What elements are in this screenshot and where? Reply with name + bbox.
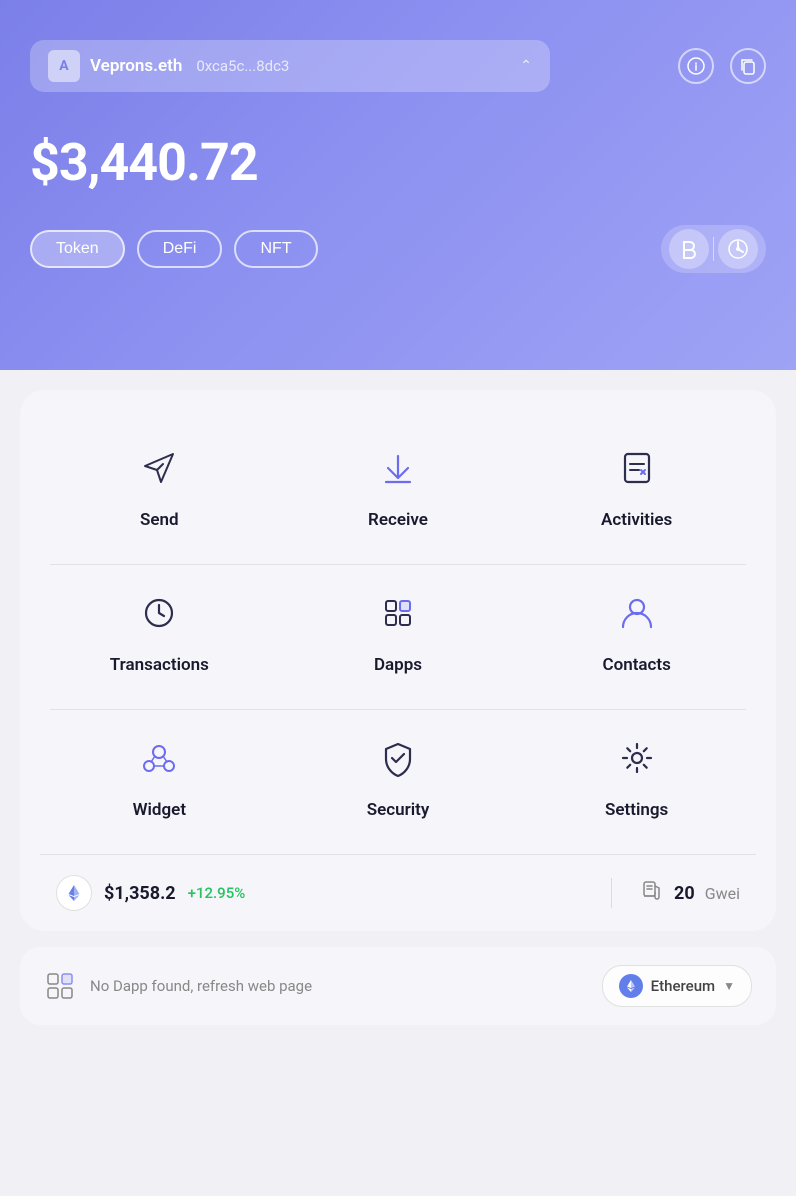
security-icon <box>370 730 426 786</box>
bottom-bar: No Dapp found, refresh web page Ethereum… <box>20 947 776 1025</box>
gas-icon <box>640 879 664 908</box>
transactions-label: Transactions <box>110 655 209 675</box>
network-selector[interactable]: Ethereum ▼ <box>602 965 752 1007</box>
dapps-button[interactable]: Dapps <box>279 565 518 699</box>
no-dapp-text: No Dapp found, refresh web page <box>90 977 588 995</box>
receive-button[interactable]: Receive <box>279 420 518 554</box>
security-button[interactable]: Security <box>279 710 518 844</box>
ticker-change: +12.95% <box>188 884 246 902</box>
ethereum-logo <box>619 974 643 998</box>
widget-label: Widget <box>133 800 186 820</box>
transactions-icon <box>131 585 187 641</box>
ticker-left: $1,358.2 +12.95% <box>56 875 599 911</box>
header-icons <box>678 48 766 84</box>
main-card: Send Receive Activities <box>20 390 776 931</box>
info-button[interactable] <box>678 48 714 84</box>
activities-icon <box>609 440 665 496</box>
action-grid-2: Transactions Dapps Contact <box>40 565 756 699</box>
partner-icons <box>661 225 766 273</box>
activities-button[interactable]: Activities <box>517 420 756 554</box>
network-name: Ethereum <box>651 977 715 995</box>
address-bar[interactable]: A Veprons.eth 0xca5c...8dc3 ⌃ <box>30 40 550 92</box>
ticker-right: 20 Gwei <box>624 879 740 908</box>
chevron-icon: ⌃ <box>520 58 532 74</box>
partner-b-icon[interactable] <box>669 229 709 269</box>
transactions-button[interactable]: Transactions <box>40 565 279 699</box>
widget-button[interactable]: Widget <box>40 710 279 844</box>
gas-unit: Gwei <box>705 884 740 903</box>
security-label: Security <box>367 800 430 820</box>
dapps-icon <box>370 585 426 641</box>
ticker-divider <box>611 878 612 908</box>
send-icon <box>131 440 187 496</box>
send-button[interactable]: Send <box>40 420 279 554</box>
partner-chart-icon[interactable] <box>718 229 758 269</box>
eth-logo <box>56 875 92 911</box>
receive-label: Receive <box>368 510 428 530</box>
contacts-button[interactable]: Contacts <box>517 565 756 699</box>
send-label: Send <box>140 510 179 530</box>
settings-button[interactable]: Settings <box>517 710 756 844</box>
network-chevron-icon: ▼ <box>723 979 735 993</box>
action-grid-3: Widget Security Settings <box>40 710 756 844</box>
wallet-name: Veprons.eth <box>90 56 182 76</box>
address-short: 0xca5c...8dc3 <box>196 57 289 75</box>
header: A Veprons.eth 0xca5c...8dc3 ⌃ $3,440.72 … <box>0 0 796 370</box>
tab-row: Token DeFi NFT <box>30 225 766 273</box>
gas-value: 20 <box>674 883 695 904</box>
avatar: A <box>48 50 80 82</box>
dapp-grid-icon <box>44 970 76 1002</box>
tab-defi[interactable]: DeFi <box>137 230 223 268</box>
settings-label: Settings <box>605 800 668 820</box>
divider <box>713 237 714 261</box>
dapps-label: Dapps <box>374 655 422 675</box>
activities-label: Activities <box>601 510 672 530</box>
receive-icon <box>370 440 426 496</box>
settings-icon <box>609 730 665 786</box>
contacts-label: Contacts <box>602 655 670 675</box>
widget-icon <box>131 730 187 786</box>
balance: $3,440.72 <box>30 132 766 193</box>
tab-nft[interactable]: NFT <box>234 230 317 268</box>
ticker-price: $1,358.2 <box>104 883 176 904</box>
ticker-row: $1,358.2 +12.95% 20 Gwei <box>40 854 756 931</box>
copy-button[interactable] <box>730 48 766 84</box>
tab-token[interactable]: Token <box>30 230 125 268</box>
contacts-icon <box>609 585 665 641</box>
action-grid: Send Receive Activities <box>40 420 756 554</box>
